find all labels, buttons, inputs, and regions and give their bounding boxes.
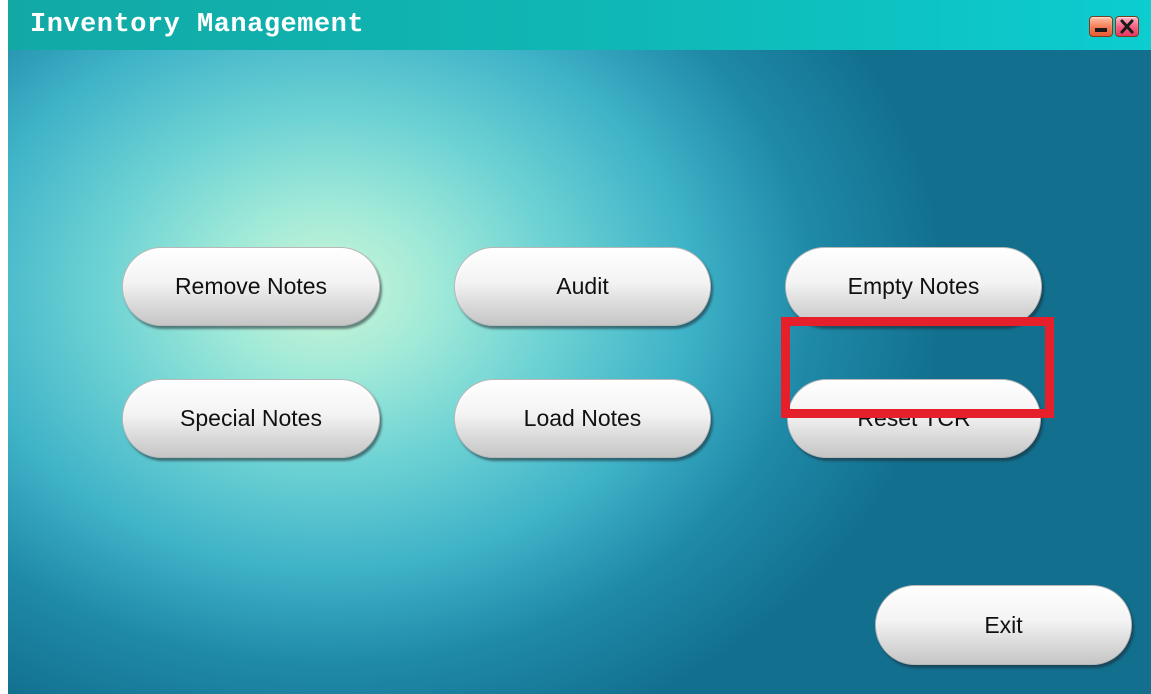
audit-button[interactable]: Audit xyxy=(454,247,711,326)
title-bar[interactable]: Inventory Management xyxy=(8,0,1151,50)
special-notes-button[interactable]: Special Notes xyxy=(122,379,380,458)
load-notes-button[interactable]: Load Notes xyxy=(454,379,711,458)
exit-button[interactable]: Exit xyxy=(875,585,1132,665)
main-panel: Remove Notes Audit Empty Notes Special N… xyxy=(8,50,1151,694)
minimize-button[interactable] xyxy=(1089,16,1113,37)
close-icon xyxy=(1120,19,1134,34)
remove-notes-button[interactable]: Remove Notes xyxy=(122,247,380,326)
close-button[interactable] xyxy=(1115,16,1139,37)
inventory-management-window: Inventory Management Remove Notes Audit … xyxy=(8,0,1151,694)
minimize-icon xyxy=(1095,28,1107,32)
window-title: Inventory Management xyxy=(30,10,365,40)
empty-notes-button[interactable]: Empty Notes xyxy=(785,247,1042,326)
reset-tcr-button[interactable]: Reset TCR xyxy=(787,379,1041,458)
